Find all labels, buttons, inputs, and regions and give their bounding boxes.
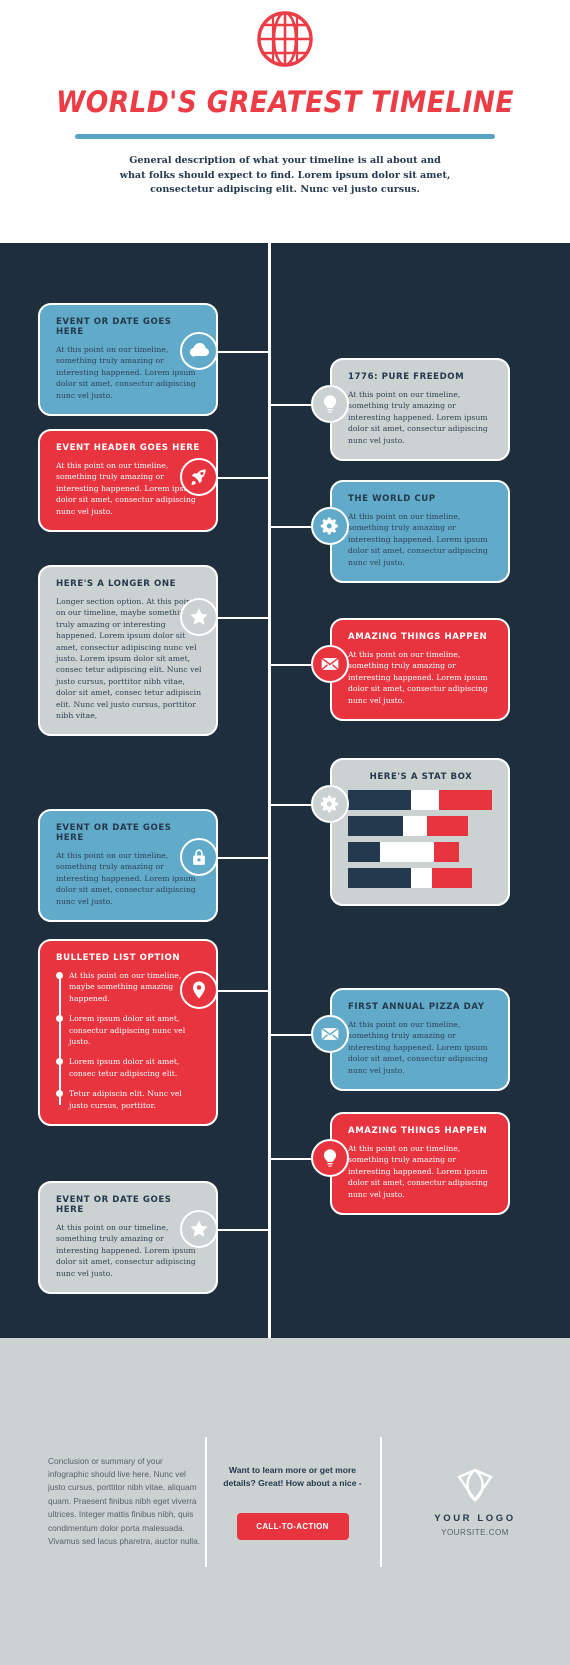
connector-line	[217, 351, 271, 353]
star-icon	[180, 1210, 218, 1248]
footer-logo-column: YOUR LOGO YOURSITE.COM	[380, 1436, 570, 1567]
card-title: EVENT OR DATE GOES HERE	[56, 1195, 172, 1215]
bar-segment-white	[411, 790, 439, 810]
logo-site: YOURSITE.COM	[441, 1527, 509, 1537]
map-pin-icon	[180, 971, 218, 1009]
timeline-card[interactable]: 1776: PURE FREEDOM At this point on our …	[330, 358, 510, 462]
lock-icon	[180, 838, 218, 876]
card-title: 1776: PURE FREEDOM	[348, 372, 465, 382]
list-item: Tetur adipiscin elit. Nunc vel justo cur…	[56, 1088, 202, 1111]
bullet-rail	[59, 975, 61, 1106]
list-item-text: Lorem ipsum dolor sit amet, consec tetur…	[69, 1057, 180, 1078]
title-divider	[75, 134, 495, 139]
globe-icon	[257, 11, 313, 67]
footer: Conclusion or summary of your infographi…	[0, 1338, 570, 1665]
card-title: AMAZING THINGS HAPPEN	[348, 632, 488, 642]
list-item-text: Tetur adipiscin elit. Nunc vel justo cur…	[69, 1089, 182, 1110]
page-title: WORLD'S GREATEST TIMELINE	[56, 85, 514, 120]
bar-segment-navy	[348, 816, 403, 836]
header: WORLD'S GREATEST TIMELINE General descri…	[0, 0, 570, 243]
bar-segment-red	[438, 790, 492, 810]
bulleted-list-card[interactable]: BULLETED LIST OPTION At this point on ou…	[38, 939, 218, 1127]
stat-box-card[interactable]: HERE'S A STAT BOX	[330, 758, 510, 906]
footer-divider	[380, 1436, 382, 1567]
timeline-card[interactable]: FIRST ANNUAL PIZZA DAY At this point on …	[330, 988, 510, 1092]
bar-row	[348, 790, 492, 810]
card-text: At this point on our timeline, something…	[348, 1144, 488, 1199]
call-to-action-button[interactable]: CALL-TO-ACTION	[236, 1512, 349, 1540]
logo-name: YOUR LOGO	[434, 1512, 516, 1524]
card-title: HERE'S A LONGER ONE	[56, 579, 177, 589]
card-title: EVENT HEADER GOES HERE	[56, 443, 200, 453]
card-text: At this point on our timeline, something…	[348, 1020, 488, 1075]
bar-segment-red	[427, 816, 468, 836]
card-text: At this point on our timeline, something…	[348, 650, 488, 705]
cloud-icon	[180, 332, 218, 370]
timeline-card[interactable]: AMAZING THINGS HAPPEN At this point on o…	[330, 618, 510, 722]
timeline-card[interactable]: THE WORLD CUP At this point on our timel…	[330, 480, 510, 584]
bar-row	[348, 868, 492, 888]
bar-segment-red	[431, 868, 472, 888]
timeline-spine	[268, 243, 271, 1338]
connector-line	[217, 1229, 271, 1231]
footer-cta-column: Want to learn more or get more details? …	[205, 1436, 380, 1567]
bar-segment-white	[379, 842, 435, 862]
footer-divider	[205, 1436, 207, 1567]
trefoil-logo-icon	[457, 1467, 493, 1502]
card-text: At this point on our timeline, something…	[348, 512, 488, 567]
timeline-body: EVENT OR DATE GOES HERE At this point on…	[0, 243, 570, 1338]
rocket-icon	[180, 458, 218, 496]
card-title: AMAZING THINGS HAPPEN	[348, 1126, 488, 1136]
connector-line	[217, 990, 271, 992]
card-text: At this point on our timeline, something…	[56, 461, 196, 516]
list-item: Lorem ipsum dolor sit amet, consec tetur…	[56, 1056, 202, 1079]
bar-segment-white	[402, 816, 428, 836]
lightbulb-icon	[311, 1139, 349, 1177]
stat-bar-chart	[348, 790, 494, 888]
card-title: EVENT OR DATE GOES HERE	[56, 317, 172, 337]
footer-conclusion-column: Conclusion or summary of your infographi…	[0, 1455, 205, 1549]
bar-segment-navy	[348, 868, 412, 888]
connector-line	[217, 477, 271, 479]
bar-row	[348, 842, 492, 862]
bar-segment-red	[434, 842, 459, 862]
bar-row	[348, 816, 492, 836]
envelope-icon	[311, 1015, 349, 1053]
list-item: Lorem ipsum dolor sit amet, consectur ad…	[56, 1013, 202, 1047]
gear-icon	[311, 507, 349, 545]
stat-box-title: HERE'S A STAT BOX	[369, 772, 473, 782]
bar-segment-navy	[348, 842, 380, 862]
star-icon	[180, 598, 218, 636]
lightbulb-icon	[311, 385, 349, 423]
connector-line	[217, 857, 271, 859]
card-title: THE WORLD CUP	[348, 494, 436, 504]
conclusion-text: Conclusion or summary of your infographi…	[48, 1455, 201, 1547]
timeline-card[interactable]: AMAZING THINGS HAPPEN At this point on o…	[330, 1112, 510, 1216]
card-title: FIRST ANNUAL PIZZA DAY	[348, 1002, 485, 1012]
page-subtitle: General description of what your timelin…	[119, 155, 451, 195]
connector-line	[217, 617, 271, 619]
envelope-icon	[311, 645, 349, 683]
gear-icon	[311, 785, 349, 823]
timeline-card[interactable]: HERE'S A LONGER ONE Longer section optio…	[38, 565, 218, 737]
card-title: EVENT OR DATE GOES HERE	[56, 823, 172, 843]
bar-segment-navy	[348, 790, 412, 810]
card-text: At this point on our timeline, something…	[348, 390, 488, 445]
cta-prompt: Want to learn more or get more details? …	[223, 1464, 362, 1489]
list-item-text: Lorem ipsum dolor sit amet, consectur ad…	[69, 1014, 186, 1047]
card-title: BULLETED LIST OPTION	[56, 953, 181, 963]
bar-segment-white	[411, 868, 432, 888]
